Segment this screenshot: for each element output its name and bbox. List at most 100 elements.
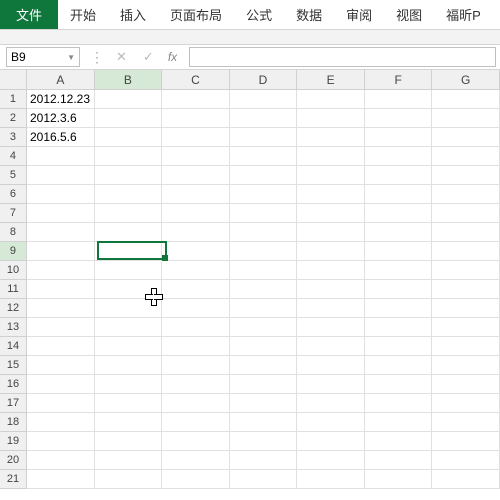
cell[interactable]: [95, 413, 163, 432]
cell[interactable]: [95, 337, 163, 356]
cell[interactable]: [432, 356, 500, 375]
cell[interactable]: [365, 451, 433, 470]
cell[interactable]: [162, 204, 230, 223]
cell[interactable]: [162, 356, 230, 375]
row-header[interactable]: 11: [0, 280, 27, 299]
tab-review[interactable]: 审阅: [334, 0, 384, 29]
cell[interactable]: [230, 432, 298, 451]
cell[interactable]: [365, 185, 433, 204]
cell[interactable]: [297, 128, 365, 147]
cell[interactable]: [162, 470, 230, 489]
cell[interactable]: [162, 375, 230, 394]
column-header-B[interactable]: B: [95, 70, 163, 89]
row-header[interactable]: 21: [0, 470, 27, 489]
cell[interactable]: [95, 356, 163, 375]
column-header-G[interactable]: G: [432, 70, 500, 89]
cell[interactable]: [432, 451, 500, 470]
cell[interactable]: [27, 166, 95, 185]
cell[interactable]: [432, 375, 500, 394]
cell[interactable]: [230, 223, 298, 242]
cell[interactable]: [230, 242, 298, 261]
tab-foxit[interactable]: 福昕P: [434, 0, 493, 29]
cell[interactable]: [432, 242, 500, 261]
cell[interactable]: [365, 299, 433, 318]
cell[interactable]: [432, 394, 500, 413]
cell[interactable]: [230, 318, 298, 337]
cell[interactable]: [365, 109, 433, 128]
cell[interactable]: [27, 413, 95, 432]
row-header[interactable]: 10: [0, 261, 27, 280]
cell[interactable]: [297, 432, 365, 451]
cell[interactable]: 2016.5.6: [27, 128, 95, 147]
chevron-down-icon[interactable]: ▼: [67, 53, 75, 62]
cell[interactable]: [162, 318, 230, 337]
row-header[interactable]: 15: [0, 356, 27, 375]
cell[interactable]: [432, 109, 500, 128]
cell[interactable]: [365, 394, 433, 413]
cell[interactable]: [432, 223, 500, 242]
cell[interactable]: [230, 470, 298, 489]
cell[interactable]: [432, 318, 500, 337]
row-header[interactable]: 18: [0, 413, 27, 432]
cell[interactable]: [230, 261, 298, 280]
cell[interactable]: [95, 223, 163, 242]
cell[interactable]: [432, 337, 500, 356]
cell[interactable]: [365, 318, 433, 337]
cell[interactable]: [162, 432, 230, 451]
cell[interactable]: [230, 375, 298, 394]
cell[interactable]: [27, 147, 95, 166]
row-header[interactable]: 5: [0, 166, 27, 185]
cell[interactable]: [230, 356, 298, 375]
cell[interactable]: 2012.3.6: [27, 109, 95, 128]
cell[interactable]: [297, 90, 365, 109]
cell[interactable]: [432, 185, 500, 204]
row-header[interactable]: 17: [0, 394, 27, 413]
cell[interactable]: [432, 204, 500, 223]
cell[interactable]: [432, 166, 500, 185]
cell[interactable]: [27, 242, 95, 261]
cell[interactable]: [230, 451, 298, 470]
cell[interactable]: [162, 394, 230, 413]
expand-icon[interactable]: ⋮: [86, 49, 108, 66]
row-header[interactable]: 8: [0, 223, 27, 242]
cell[interactable]: [162, 90, 230, 109]
cell[interactable]: [27, 280, 95, 299]
cell[interactable]: [230, 299, 298, 318]
cell[interactable]: [297, 413, 365, 432]
cell[interactable]: [162, 147, 230, 166]
cell[interactable]: [365, 90, 433, 109]
cell[interactable]: [230, 185, 298, 204]
row-header[interactable]: 3: [0, 128, 27, 147]
cell[interactable]: [432, 432, 500, 451]
cell[interactable]: [27, 318, 95, 337]
cell[interactable]: [27, 204, 95, 223]
cell[interactable]: [297, 223, 365, 242]
cell[interactable]: [95, 90, 163, 109]
row-header[interactable]: 7: [0, 204, 27, 223]
cell[interactable]: [230, 204, 298, 223]
cell[interactable]: [365, 375, 433, 394]
row-header[interactable]: 16: [0, 375, 27, 394]
tab-insert[interactable]: 插入: [108, 0, 158, 29]
cell[interactable]: [297, 337, 365, 356]
cell[interactable]: [162, 109, 230, 128]
cell[interactable]: [95, 109, 163, 128]
cell[interactable]: [365, 413, 433, 432]
cell[interactable]: [27, 356, 95, 375]
cell[interactable]: [230, 337, 298, 356]
cell[interactable]: [95, 280, 163, 299]
cell[interactable]: [230, 166, 298, 185]
cell[interactable]: [432, 90, 500, 109]
cell[interactable]: [365, 166, 433, 185]
cell[interactable]: [95, 470, 163, 489]
cell[interactable]: [95, 375, 163, 394]
cell[interactable]: [27, 470, 95, 489]
tab-data[interactable]: 数据: [284, 0, 334, 29]
cell[interactable]: [95, 147, 163, 166]
cell[interactable]: [432, 147, 500, 166]
cell[interactable]: [432, 280, 500, 299]
cell[interactable]: [162, 185, 230, 204]
cell[interactable]: [365, 261, 433, 280]
cell[interactable]: [297, 166, 365, 185]
cell[interactable]: [297, 299, 365, 318]
